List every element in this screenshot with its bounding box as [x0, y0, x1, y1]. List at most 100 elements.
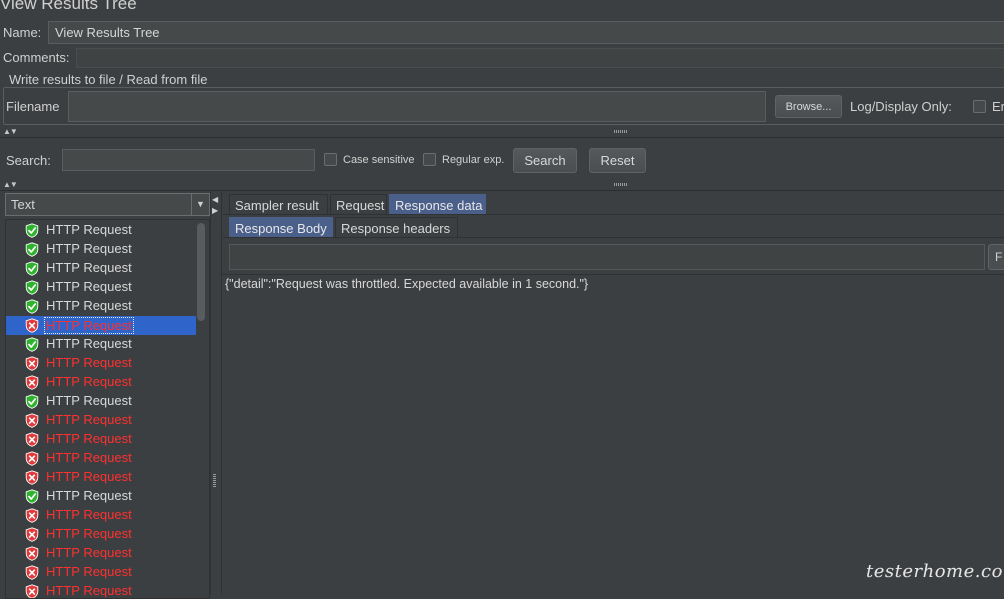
error-shield-icon	[25, 413, 39, 428]
success-shield-icon	[25, 280, 39, 295]
error-shield-icon	[25, 527, 39, 542]
tree-row[interactable]: HTTP Request	[6, 354, 196, 373]
case-sensitive-checkbox[interactable]	[324, 153, 337, 166]
tree-row[interactable]: HTTP Request	[6, 544, 196, 563]
error-shield-icon	[25, 318, 39, 333]
tree-row[interactable]: HTTP Request	[6, 563, 196, 582]
error-shield-icon	[25, 584, 39, 598]
comments-input[interactable]	[76, 48, 1004, 68]
split-divider[interactable]: ◀ ▶	[210, 192, 222, 594]
tree-row-label: HTTP Request	[46, 393, 132, 408]
chevron-down-icon[interactable]: ▼	[191, 194, 209, 215]
tree-row[interactable]: HTTP Request	[6, 392, 196, 411]
error-shield-icon	[25, 375, 39, 390]
tree-scrollbar[interactable]	[197, 221, 207, 591]
errors-checkbox[interactable]	[973, 100, 986, 113]
response-body[interactable]: {"detail":"Request was throttled. Expect…	[222, 274, 1004, 594]
response-search-input[interactable]	[229, 244, 985, 270]
tree-row[interactable]: HTTP Request	[6, 278, 196, 297]
tree-scroll-thumb[interactable]	[197, 223, 205, 321]
tree-row[interactable]: HTTP Request	[6, 525, 196, 544]
splitter-grip-icon[interactable]	[213, 474, 216, 488]
success-shield-icon	[25, 223, 39, 238]
success-shield-icon	[25, 394, 39, 409]
tree-row[interactable]: HTTP Request	[6, 335, 196, 354]
error-shield-icon	[25, 470, 39, 485]
tree-row-label: HTTP Request	[46, 412, 132, 427]
tab-request[interactable]: Request	[330, 194, 387, 215]
response-text: {"detail":"Request was throttled. Expect…	[225, 277, 589, 291]
tree-row-label: HTTP Request	[46, 545, 132, 560]
tab-response-data[interactable]: Response data	[389, 194, 486, 215]
renderer-select-value: Text	[11, 197, 35, 212]
tree-row-label: HTTP Request	[46, 279, 132, 294]
search-input[interactable]	[62, 149, 315, 171]
splitter-grip-icon[interactable]	[614, 183, 628, 186]
subtab-response-body[interactable]: Response Body	[229, 217, 333, 238]
log-display-label: Log/Display Only:	[850, 99, 952, 114]
success-shield-icon	[25, 242, 39, 257]
tab-sampler-result[interactable]: Sampler result	[229, 194, 328, 215]
tree-row-label: HTTP Request	[46, 583, 132, 598]
regular-exp-label: Regular exp.	[442, 154, 505, 166]
splitter-grip-icon[interactable]	[614, 130, 628, 133]
results-tree[interactable]: HTTP Request HTTP Request HTTP Request HTTP…	[5, 219, 210, 599]
regular-exp-checkbox[interactable]	[423, 153, 436, 166]
tree-row-label: HTTP Request	[46, 431, 132, 446]
tree-row[interactable]: HTTP Request	[6, 316, 196, 335]
subtab-response-headers[interactable]: Response headers	[335, 217, 458, 238]
success-shield-icon	[25, 337, 39, 352]
arrow-right-icon[interactable]: ▶	[212, 206, 218, 215]
tree-row[interactable]: HTTP Request	[6, 468, 196, 487]
collapse-arrows-icon[interactable]: ▲▼	[3, 181, 18, 189]
name-label: Name:	[3, 25, 42, 40]
tree-row-label: HTTP Request	[46, 298, 132, 313]
page-title: View Results Tree	[0, 0, 137, 13]
tree-row-label: HTTP Request	[46, 450, 132, 465]
tree-row[interactable]: HTTP Request	[6, 430, 196, 449]
tree-row[interactable]: HTTP Request	[6, 449, 196, 468]
error-shield-icon	[25, 546, 39, 561]
tree-row-label: HTTP Request	[46, 241, 132, 256]
tree-row[interactable]: HTTP Request	[6, 373, 196, 392]
success-shield-icon	[25, 261, 39, 276]
section-divider	[0, 190, 1004, 191]
tree-row-label: HTTP Request	[46, 526, 132, 541]
tree-row-label: HTTP Request	[46, 374, 132, 389]
section-divider	[0, 137, 1004, 138]
tree-row-label: HTTP Request	[46, 355, 132, 370]
success-shield-icon	[25, 299, 39, 314]
tree-row[interactable]: HTTP Request	[6, 240, 196, 259]
search-button[interactable]: Search	[513, 148, 577, 173]
tree-row[interactable]: HTTP Request	[6, 297, 196, 316]
tabs-underline	[223, 214, 1004, 215]
tree-row-label: HTTP Request	[44, 317, 134, 334]
tree-row-label: HTTP Request	[46, 564, 132, 579]
tree-row[interactable]: HTTP Request	[6, 582, 196, 598]
error-shield-icon	[25, 508, 39, 523]
error-shield-icon	[25, 451, 39, 466]
search-label: Search:	[6, 153, 51, 168]
success-shield-icon	[25, 489, 39, 504]
tree-row[interactable]: HTTP Request	[6, 487, 196, 506]
comments-label: Comments:	[3, 50, 70, 65]
reset-button[interactable]: Reset	[589, 148, 646, 173]
write-results-title: Write results to file / Read from file	[6, 72, 211, 87]
tree-row-label: HTTP Request	[46, 488, 132, 503]
tree-row[interactable]: HTTP Request	[6, 221, 196, 240]
renderer-select[interactable]: Text ▼	[5, 193, 210, 216]
collapse-arrows-icon[interactable]: ▲▼	[3, 128, 18, 136]
tree-row-label: HTTP Request	[46, 260, 132, 275]
tree-row[interactable]: HTTP Request	[6, 259, 196, 278]
response-find-button[interactable]: F	[988, 244, 1004, 270]
name-input[interactable]	[48, 21, 1004, 44]
tree-row-label: HTTP Request	[46, 507, 132, 522]
tree-row[interactable]: HTTP Request	[6, 411, 196, 430]
error-shield-icon	[25, 356, 39, 371]
watermark: testerhome.com	[866, 561, 1004, 582]
tree-row[interactable]: HTTP Request	[6, 506, 196, 525]
filename-input[interactable]	[68, 91, 766, 122]
arrow-left-icon[interactable]: ◀	[212, 195, 218, 204]
error-shield-icon	[25, 432, 39, 447]
browse-button[interactable]: Browse...	[775, 95, 842, 118]
